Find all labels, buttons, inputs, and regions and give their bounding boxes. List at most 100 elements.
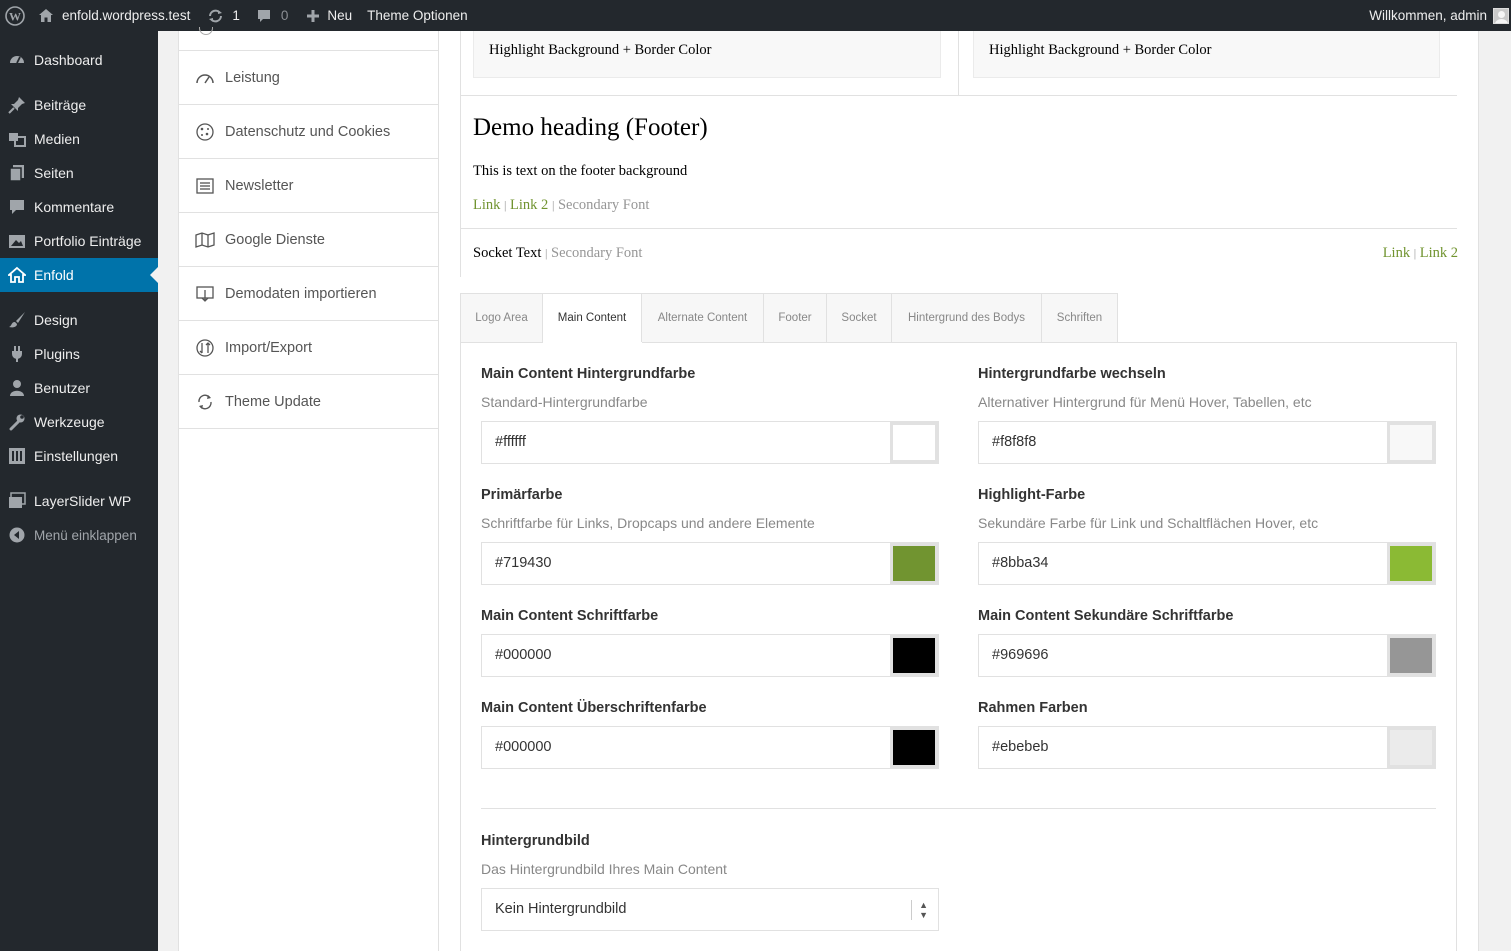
socket-link-2[interactable]: Link 2 [1420, 245, 1458, 261]
option-item-demodaten[interactable]: Demodaten importieren [179, 267, 438, 321]
site-name-link[interactable]: enfold.wordpress.test [34, 0, 197, 31]
field-title-main-bg: Main Content Hintergrundfarbe [481, 366, 696, 382]
highlight-text: Highlight Background + Border Color [489, 42, 712, 58]
footer-link-1[interactable]: Link [473, 197, 500, 213]
link-separator: | [551, 198, 555, 212]
comments-link[interactable]: 0 [247, 0, 296, 31]
color-swatch[interactable] [1387, 422, 1435, 463]
theme-options-label: Theme Optionen [367, 8, 468, 23]
menu-label: Enfold [34, 267, 74, 283]
color-swatch[interactable] [1387, 635, 1435, 676]
tab-label: Socket [841, 312, 877, 324]
color-swatch[interactable] [1387, 543, 1435, 584]
tab-footer[interactable]: Footer [764, 293, 827, 343]
option-item-google[interactable]: Google Dienste [179, 213, 438, 267]
highlight-text: Highlight Background + Border Color [989, 42, 1212, 58]
my-account[interactable]: Willkommen, admin [1369, 0, 1511, 31]
active-tab-gap [543, 342, 642, 343]
menu-item-kommentare[interactable]: Kommentare [0, 190, 158, 224]
field-title-secondary-font: Main Content Sekundäre Schriftfarbe [978, 608, 1234, 624]
option-item-import-export[interactable]: Import/Export [179, 321, 438, 375]
menu-item-einstellungen[interactable]: Einstellungen [0, 439, 158, 473]
collapse-menu-button[interactable]: Menü einklappen [0, 518, 158, 552]
main-content-panel: Highlight Background + Border Color High… [439, 31, 1479, 951]
heading-color-input[interactable]: #000000 [481, 726, 939, 769]
highlight-box-left: Highlight Background + Border Color [473, 31, 941, 78]
footer-preview: Demo heading (Footer) This is text on th… [460, 95, 1457, 229]
tab-main-content[interactable]: Main Content [543, 293, 642, 343]
option-label: Leistung [225, 69, 280, 86]
menu-item-dashboard[interactable]: Dashboard [0, 43, 158, 77]
color-value: #969696 [992, 647, 1049, 663]
menu-label: Dashboard [34, 52, 103, 68]
option-label: Datenschutz und Cookies [225, 123, 391, 140]
pages-icon [0, 164, 34, 182]
color-swatch[interactable] [1387, 727, 1435, 768]
tab-logo-area[interactable]: Logo Area [460, 293, 543, 343]
admin-menu: Dashboard Beiträge Medien Seiten Komment… [0, 31, 158, 951]
select-arrows-icon: ▲ ▼ [911, 900, 928, 920]
tab-body-background[interactable]: Hintergrund des Bodys [892, 293, 1042, 343]
secondary-font-color-input[interactable]: #969696 [978, 634, 1436, 677]
menu-item-seiten[interactable]: Seiten [0, 156, 158, 190]
menu-item-plugins[interactable]: Plugins [0, 337, 158, 371]
field-desc-main-bg: Standard-Hintergrundfarbe [481, 394, 648, 410]
link-separator: | [504, 198, 507, 212]
field-desc-bg-image: Das Hintergrundbild Ihres Main Content [481, 861, 727, 877]
select-value: Kein Hintergrundbild [495, 901, 627, 917]
menu-label: Werkzeuge [34, 414, 105, 430]
theme-options-link[interactable]: Theme Optionen [359, 0, 475, 31]
primary-color-input[interactable]: #719430 [481, 542, 939, 585]
socket-right: Link | Link 2 [1383, 245, 1458, 262]
menu-item-enfold[interactable]: Enfold [0, 258, 158, 292]
menu-label: Medien [34, 131, 80, 147]
alt-bg-color-input[interactable]: #f8f8f8 [978, 421, 1436, 464]
menu-item-portfolio[interactable]: Portfolio Einträge [0, 224, 158, 258]
highlight-color-input[interactable]: #8bba34 [978, 542, 1436, 585]
option-item-datenschutz[interactable]: Datenschutz und Cookies [179, 105, 438, 159]
color-value: #ebebeb [992, 739, 1049, 755]
footer-text: This is text on the footer background [473, 163, 688, 179]
media-icon [0, 130, 34, 148]
menu-item-benutzer[interactable]: Benutzer [0, 371, 158, 405]
color-value: #000000 [495, 647, 552, 663]
color-swatch[interactable] [890, 635, 938, 676]
new-label: Neu [327, 8, 353, 23]
border-color-input[interactable]: #ebebeb [978, 726, 1436, 769]
site-name: enfold.wordpress.test [62, 8, 191, 23]
tab-socket[interactable]: Socket [827, 293, 892, 343]
new-content-link[interactable]: Neu [295, 0, 359, 31]
field-desc-alt-bg: Alternativer Hintergrund für Menü Hover,… [978, 394, 1312, 410]
font-color-input[interactable]: #000000 [481, 634, 939, 677]
main-bg-color-input[interactable]: #ffffff [481, 421, 939, 464]
refresh-icon [179, 393, 225, 411]
option-item-newsletter[interactable]: Newsletter [179, 159, 438, 213]
option-item-partial[interactable] [179, 27, 438, 51]
socket-link-1[interactable]: Link [1383, 245, 1410, 261]
menu-item-medien[interactable]: Medien [0, 122, 158, 156]
option-label: Theme Update [225, 393, 321, 410]
menu-item-werkzeuge[interactable]: Werkzeuge [0, 405, 158, 439]
menu-label: LayerSlider WP [34, 493, 132, 509]
color-swatch[interactable] [890, 727, 938, 768]
svg-text:W: W [9, 9, 21, 23]
tab-label: Logo Area [475, 312, 528, 324]
menu-item-beitraege[interactable]: Beiträge [0, 88, 158, 122]
import-icon [179, 285, 225, 303]
menu-item-layerslider[interactable]: LayerSlider WP [0, 484, 158, 518]
bg-image-select[interactable]: Kein Hintergrundbild ▲ ▼ [481, 888, 939, 931]
section-divider [481, 808, 1436, 809]
tab-alternate-content[interactable]: Alternate Content [642, 293, 764, 343]
option-item-leistung[interactable]: Leistung [179, 51, 438, 105]
preview-divider [958, 31, 959, 96]
color-swatch[interactable] [890, 422, 938, 463]
footer-link-2[interactable]: Link 2 [510, 197, 548, 213]
option-item-theme-update[interactable]: Theme Update [179, 375, 438, 429]
menu-label: Design [34, 312, 78, 328]
wordpress-logo-icon[interactable]: W [0, 0, 34, 31]
color-swatch[interactable] [890, 543, 938, 584]
menu-item-design[interactable]: Design [0, 303, 158, 337]
pin-icon [0, 96, 34, 114]
tab-fonts[interactable]: Schriften [1042, 293, 1118, 343]
menu-label: Einstellungen [34, 448, 119, 464]
